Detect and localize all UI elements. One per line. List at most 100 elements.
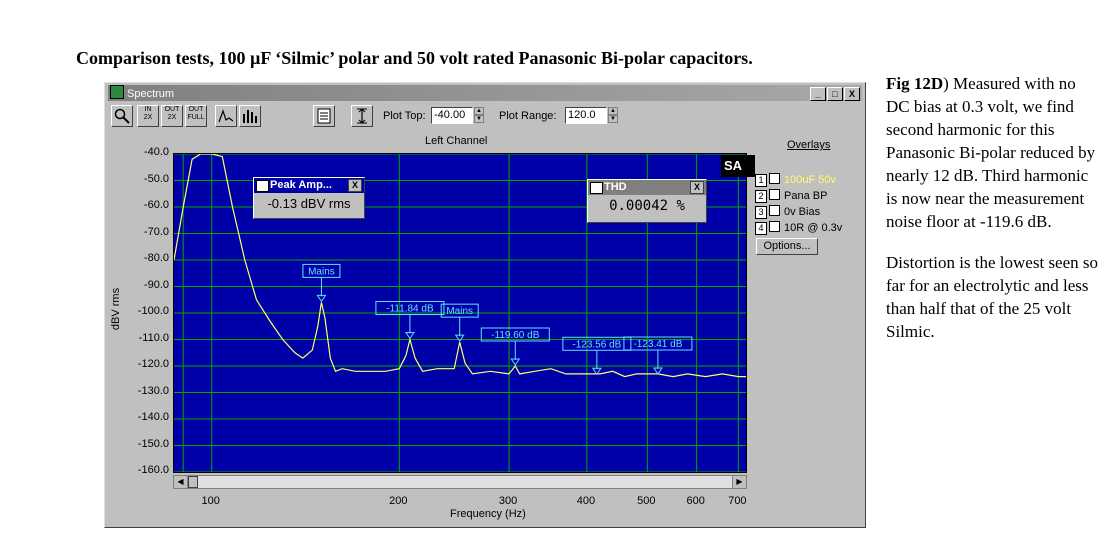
spin-up-icon[interactable]: ▲ — [608, 107, 618, 115]
overlay-number: 3 — [755, 206, 767, 219]
annotation-label: Mains — [446, 306, 473, 317]
overlay-label: 100uF 50v — [784, 174, 836, 186]
overlay-label: 10R @ 0.3v — [784, 222, 843, 234]
maximize-button[interactable]: □ — [827, 87, 843, 101]
spin-down-icon[interactable]: ▼ — [474, 115, 484, 123]
overlay-checkbox[interactable] — [769, 205, 780, 216]
spin-down-icon[interactable]: ▼ — [608, 115, 618, 123]
thd-popup[interactable]: THD X 0.00042 % — [587, 179, 707, 223]
channel-label: Left Channel — [425, 135, 488, 147]
magnifier-icon — [114, 108, 130, 124]
x-tick-label: 500 — [637, 495, 656, 507]
overlay-number: 2 — [755, 190, 767, 203]
overlay-number: 1 — [755, 174, 767, 187]
spectrum-window: Spectrum _ □ X IN 2X OUT 2X OUT FULL Plot … — [104, 82, 866, 528]
annotation-label: -123.56 dB — [572, 339, 621, 350]
zoom-out-full-button[interactable]: OUT FULL — [185, 105, 207, 127]
y-tick-label: -50.0 — [143, 172, 169, 185]
caption-paragraph-2: Distortion is the lowest seen so far for… — [886, 253, 1099, 341]
y-tick-label: -160.0 — [137, 464, 169, 476]
plot-top-spinner[interactable]: ▲ ▼ — [474, 107, 484, 124]
plot-range-spinner[interactable]: ▲ ▼ — [608, 107, 618, 124]
overlay-options-button[interactable]: Options... — [756, 238, 818, 255]
y-tick-label: -110.0 — [138, 331, 169, 344]
peak-popup-icon — [256, 180, 269, 192]
scroll-thumb[interactable] — [188, 476, 198, 488]
sa-logo: SA — [721, 155, 755, 177]
y-tick-label: -120.0 — [137, 358, 169, 370]
overlay-checkbox[interactable] — [769, 173, 780, 184]
caption-paragraph-1: Fig 12D) Measured with no DC bias at 0.3… — [886, 72, 1098, 233]
app-icon — [110, 85, 124, 99]
y-axis-title: dBV rms — [110, 287, 123, 331]
x-tick-label: 400 — [576, 495, 596, 507]
overlay-label: Pana BP — [784, 190, 828, 202]
caption-text-1: ) Measured with no DC bias at 0.3 volt, … — [886, 74, 1096, 231]
y-tick-label: -130.0 — [137, 384, 169, 397]
y-tick-label: -140.0 — [137, 411, 169, 423]
overlay-row-3[interactable]: 3 0v Bias — [755, 205, 821, 219]
peak-amplitude-value: -0.13 dBV rms — [267, 196, 351, 211]
peak-popup-title: Peak Amp... — [270, 179, 332, 191]
spin-up-icon[interactable]: ▲ — [474, 107, 484, 115]
x-tick-label: 700 — [728, 495, 747, 507]
annotation-label: -119.60 dB — [491, 330, 540, 341]
x-tick-label: 300 — [498, 495, 518, 507]
horizontal-scrollbar[interactable]: ◀ ▶ — [173, 475, 747, 489]
overlay-row-4[interactable]: 4 10R @ 0.3v — [755, 221, 843, 235]
minimize-button[interactable]: _ — [810, 87, 826, 101]
window-title: Spectrum — [127, 88, 175, 100]
magnifier-button[interactable] — [111, 105, 133, 127]
overlay-checkbox[interactable] — [769, 221, 780, 232]
scroll-right-icon[interactable]: ▶ — [732, 476, 746, 488]
document-title: Comparison tests, 100 µF ‘Silmic’ polar … — [76, 48, 753, 68]
toolbar: IN 2X OUT 2X OUT FULL Plot Top: -40.00 ▲… — [111, 105, 851, 131]
peak-popup-close-button[interactable]: X — [348, 179, 362, 192]
plot-top-input[interactable]: -40.00 — [431, 107, 473, 124]
y-tick-label: -60.0 — [143, 199, 169, 211]
overlay-label: 0v Bias — [784, 206, 821, 218]
scroll-left-icon[interactable]: ◀ — [174, 476, 188, 488]
plot-top-label: Plot Top: — [383, 110, 426, 122]
thd-popup-titlebar[interactable]: THD X — [588, 180, 706, 195]
close-button[interactable]: X — [844, 87, 860, 101]
thd-value: 0.00042 % — [609, 198, 685, 214]
annotation-label: -123.41 dB — [633, 339, 682, 350]
plot-range-label: Plot Range: — [499, 110, 557, 122]
thd-popup-title: THD — [604, 181, 627, 193]
report-button[interactable] — [313, 105, 335, 127]
window-controls: _ □ X — [809, 86, 860, 102]
y-tick-label: -40.0 — [143, 146, 169, 158]
y-tick-label: -150.0 — [137, 437, 169, 450]
y-tick-label: -80.0 — [143, 252, 169, 264]
thd-popup-icon — [590, 182, 603, 194]
x-tick-label: 200 — [389, 495, 408, 507]
autoscale-icon — [357, 108, 367, 124]
window-titlebar[interactable]: Spectrum _ □ X — [108, 85, 862, 101]
zoom-out-2x-button[interactable]: OUT 2X — [161, 105, 183, 127]
line-plot-button[interactable] — [215, 105, 237, 127]
annotation-label: -111.84 dB — [386, 304, 434, 315]
report-icon — [317, 108, 331, 124]
bar-plot-icon — [243, 110, 257, 123]
annotation-label: Mains — [308, 266, 335, 277]
y-tick-label: -70.0 — [143, 225, 169, 238]
plot-range-input[interactable]: 120.0 — [565, 107, 607, 124]
zoom-in-2x-button[interactable]: IN 2X — [137, 105, 159, 127]
peak-amplitude-popup[interactable]: Peak Amp... X -0.13 dBV rms — [253, 177, 365, 219]
x-tick-label: 100 — [201, 495, 220, 507]
overlay-row-2[interactable]: 2 Pana BP — [755, 189, 828, 203]
x-tick-label: 600 — [686, 495, 705, 507]
autoscale-button[interactable] — [351, 105, 373, 127]
overlay-row-1[interactable]: 1 100uF 50v — [755, 173, 836, 187]
overlay-checkbox[interactable] — [769, 189, 780, 200]
line-plot-icon — [218, 109, 234, 123]
overlay-number: 4 — [755, 222, 767, 235]
overlays-title: Overlays — [787, 139, 831, 151]
x-axis-title: Frequency (Hz) — [450, 508, 526, 520]
caption-figure-label: Fig 12D — [886, 74, 944, 93]
figure-caption: Fig 12D) Measured with no DC bias at 0.3… — [886, 72, 1098, 361]
thd-popup-close-button[interactable]: X — [690, 181, 704, 194]
bar-plot-button[interactable] — [239, 105, 261, 127]
peak-popup-titlebar[interactable]: Peak Amp... X — [254, 178, 364, 193]
